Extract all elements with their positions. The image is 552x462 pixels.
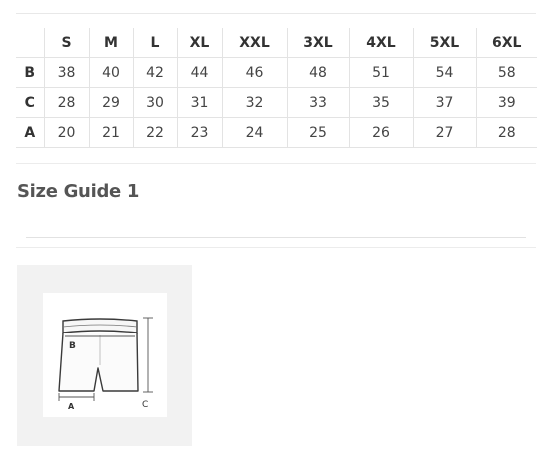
table-cell: 44 — [176, 57, 223, 88]
row-label: A — [16, 117, 45, 148]
table-cell: 58 — [475, 57, 537, 88]
header-cell: 4XL — [348, 28, 414, 58]
table-cell: 27 — [412, 117, 477, 148]
header-cell — [16, 28, 45, 58]
size-guide-image[interactable]: B A C — [17, 265, 192, 446]
table-row: C 28 29 30 31 32 33 35 37 39 — [16, 87, 537, 118]
table-cell: 29 — [88, 87, 134, 118]
shorts-measurement-illustration: B A C — [58, 317, 153, 411]
title-divider — [26, 237, 526, 238]
row-label: B — [16, 57, 45, 88]
table-cell: 25 — [286, 117, 350, 148]
table-cell: 35 — [348, 87, 414, 118]
size-guide-page: S M L XL XXL 3XL 4XL 5XL 6XL B 38 40 42 … — [0, 0, 552, 462]
section-divider — [16, 247, 536, 248]
table-cell: 33 — [286, 87, 350, 118]
header-cell: L — [132, 28, 178, 58]
header-cell: 5XL — [412, 28, 477, 58]
label-a: A — [68, 402, 75, 411]
table-cell: 24 — [221, 117, 288, 148]
table-cell: 46 — [221, 57, 288, 88]
header-cell: 6XL — [475, 28, 537, 58]
header-cell: 3XL — [286, 28, 350, 58]
table-cell: 32 — [221, 87, 288, 118]
table-cell: 48 — [286, 57, 350, 88]
table-cell: 38 — [43, 57, 90, 88]
table-cell: 54 — [412, 57, 477, 88]
size-guide-title: Size Guide 1 — [17, 181, 140, 202]
table-cell: 26 — [348, 117, 414, 148]
header-cell: S — [43, 28, 90, 58]
table-cell: 28 — [43, 87, 90, 118]
table-cell: 51 — [348, 57, 414, 88]
table-cell: 40 — [88, 57, 134, 88]
table-header-row: S M L XL XXL 3XL 4XL 5XL 6XL — [16, 28, 537, 58]
table-cell: 39 — [475, 87, 537, 118]
table-cell: 23 — [176, 117, 223, 148]
table-cell: 37 — [412, 87, 477, 118]
table-cell: 22 — [132, 117, 178, 148]
table-row: B 38 40 42 44 46 48 51 54 58 — [16, 57, 537, 88]
label-c: C — [142, 400, 148, 410]
header-cell: XL — [176, 28, 223, 58]
label-b: B — [69, 341, 76, 351]
header-cell: XXL — [221, 28, 288, 58]
header-cell: M — [88, 28, 134, 58]
table-cell: 20 — [43, 117, 90, 148]
table-cell: 30 — [132, 87, 178, 118]
table-row: A 20 21 22 23 24 25 26 27 28 — [16, 117, 537, 148]
size-chart-table: S M L XL XXL 3XL 4XL 5XL 6XL B 38 40 42 … — [16, 28, 537, 148]
table-cell: 31 — [176, 87, 223, 118]
top-divider — [16, 13, 536, 14]
row-label: C — [16, 87, 45, 118]
shorts-diagram: B A C — [43, 293, 167, 417]
table-cell: 21 — [88, 117, 134, 148]
table-cell: 28 — [475, 117, 537, 148]
section-divider — [16, 163, 536, 164]
table-cell: 42 — [132, 57, 178, 88]
